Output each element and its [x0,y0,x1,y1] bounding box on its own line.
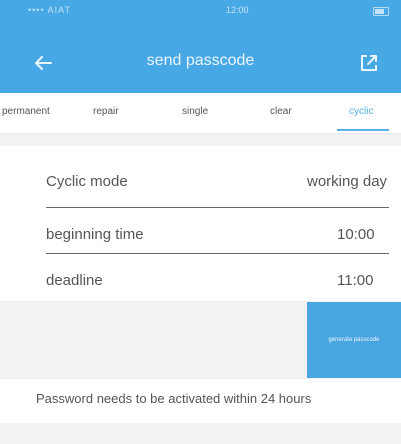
divider [46,253,389,254]
battery-icon [373,7,389,16]
tab-repair[interactable]: repair [93,106,119,117]
tab-permanent[interactable]: permanent [2,106,50,117]
header-bar: •••• AIAT 12:00 send passcode [0,0,401,93]
activation-note: Password needs to be activated within 24… [36,391,312,406]
status-time: 12:00 [226,5,249,15]
deadline-value[interactable]: 11:00 [337,272,373,289]
share-icon [361,55,377,71]
cyclic-mode-label: Cyclic mode [46,173,128,190]
active-tab-indicator [337,129,389,131]
generate-passcode-label: generate passcode [328,337,380,343]
divider [46,207,389,208]
status-bar: •••• AIAT 12:00 [0,0,401,22]
tab-single[interactable]: single [182,106,208,117]
cyclic-mode-select[interactable]: working day [307,173,387,190]
deadline-label: deadline [46,272,103,289]
page-title: send passcode [146,52,255,69]
share-button[interactable] [358,52,380,74]
mode-tabs: permanent repair single clear cyclic [0,93,401,134]
tab-cyclic[interactable]: cyclic [349,106,373,117]
cyclic-form: Cyclic mode working day beginning time 1… [0,146,401,301]
beginning-time-value[interactable]: 10:00 [337,226,375,243]
carrier-label: •••• AIAT [28,5,71,15]
beginning-time-label: beginning time [46,226,144,243]
generate-passcode-button[interactable]: generate passcode [307,302,401,378]
tab-clear[interactable]: clear [270,106,292,117]
